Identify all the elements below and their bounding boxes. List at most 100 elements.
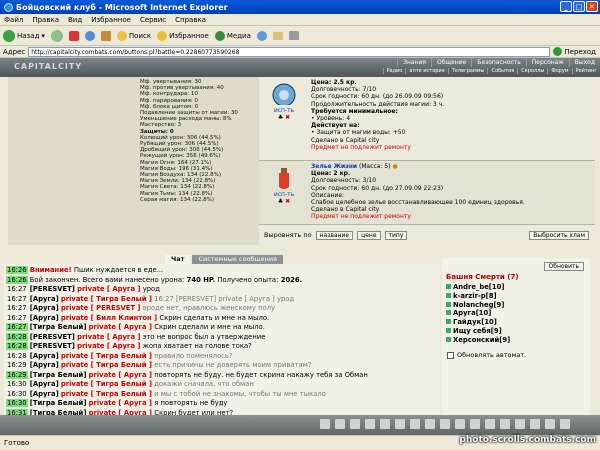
sender-nick[interactable]: [Аруга] bbox=[30, 390, 59, 398]
menu-item[interactable]: Вид bbox=[68, 16, 82, 24]
action-icon[interactable] bbox=[515, 419, 525, 429]
message-time[interactable]: 16:26 bbox=[6, 266, 28, 274]
sort-by-price-button[interactable]: цене bbox=[357, 230, 381, 240]
game-subnav-link[interactable]: Рейтинг bbox=[571, 68, 600, 74]
player-entry[interactable]: Аруга[10] bbox=[446, 309, 510, 318]
player-entry[interactable]: Ищу себя[9] bbox=[446, 327, 510, 336]
print-button[interactable] bbox=[288, 31, 299, 40]
message-time[interactable]: 16:27 bbox=[6, 323, 28, 331]
action-icon[interactable] bbox=[395, 419, 405, 429]
action-icon[interactable] bbox=[500, 419, 510, 429]
game-subnav-link[interactable]: Телеграммы bbox=[447, 68, 488, 74]
sender-nick[interactable]: [Тигра Белый] bbox=[30, 323, 87, 331]
message-time[interactable]: 16:27 bbox=[6, 304, 28, 312]
menu-item[interactable]: Избранное bbox=[91, 16, 131, 24]
private-recipient[interactable]: private [ Тигра Белый ] bbox=[61, 352, 152, 360]
action-icon[interactable] bbox=[470, 419, 480, 429]
use-link[interactable]: исп-ть bbox=[274, 107, 294, 114]
forward-button[interactable] bbox=[50, 29, 63, 42]
drop-icon[interactable]: ✖ bbox=[285, 198, 290, 205]
info-icon[interactable]: ● bbox=[392, 163, 397, 170]
action-icon[interactable] bbox=[440, 419, 450, 429]
history-button[interactable] bbox=[256, 30, 267, 41]
sender-nick[interactable]: [Аруга] bbox=[30, 295, 59, 303]
private-recipient[interactable]: private [ Тигра Белый ] bbox=[61, 390, 152, 398]
sender-nick[interactable]: [Тигра Белый] bbox=[30, 399, 87, 407]
player-name[interactable]: k-arzir-p[8] bbox=[453, 292, 497, 300]
sort-by-type-button[interactable]: типу bbox=[384, 230, 408, 240]
player-name[interactable]: Гайдук[10] bbox=[453, 318, 497, 326]
message-time[interactable]: 16:27 bbox=[6, 285, 28, 293]
maximize-button[interactable]: □ bbox=[573, 1, 585, 12]
sender-nick[interactable]: [Аруга] bbox=[30, 304, 59, 312]
favorites-button[interactable]: Избранное bbox=[157, 30, 209, 41]
action-icon[interactable] bbox=[335, 419, 345, 429]
message-time[interactable]: 16:28 bbox=[6, 332, 28, 341]
player-entry[interactable]: k-arzir-p[8] bbox=[446, 292, 510, 301]
message-time[interactable]: 16:28 bbox=[6, 342, 28, 350]
action-icon[interactable] bbox=[350, 419, 360, 429]
player-name[interactable]: Nolancheg[9] bbox=[453, 301, 504, 309]
private-recipient[interactable]: private [ Билл Клинтон ] bbox=[61, 314, 157, 322]
sender-nick[interactable]: [PERESVET] bbox=[30, 285, 75, 293]
menu-item[interactable]: Справка bbox=[175, 16, 206, 24]
menu-item[interactable]: Файл bbox=[4, 16, 23, 24]
sender-nick[interactable]: [Тигра Белый] bbox=[30, 371, 87, 379]
back-button[interactable]: Назад ▾ bbox=[3, 29, 45, 42]
item-name[interactable]: Зелье Жизни bbox=[311, 163, 357, 170]
player-name[interactable]: Andre_be[10] bbox=[453, 283, 504, 291]
message-time[interactable]: 16:30 bbox=[6, 390, 28, 398]
message-time[interactable]: 16:27 bbox=[6, 295, 28, 303]
menu-item[interactable]: Сервис bbox=[140, 16, 166, 24]
private-recipient[interactable]: private [ PERESVET ] bbox=[61, 304, 141, 312]
message-time[interactable]: 16:30 bbox=[6, 399, 28, 407]
game-nav-link[interactable]: Выход bbox=[568, 58, 600, 67]
player-name[interactable]: Аруга[10] bbox=[453, 309, 491, 317]
message-time[interactable]: 16:30 bbox=[6, 380, 28, 388]
action-icon[interactable] bbox=[485, 419, 495, 429]
action-icon[interactable] bbox=[455, 419, 465, 429]
close-button[interactable]: ✕ bbox=[586, 1, 598, 12]
game-subnav-link[interactable]: Скроллы bbox=[517, 68, 547, 74]
game-subnav-link[interactable]: Форум bbox=[547, 68, 571, 74]
action-icon[interactable] bbox=[545, 419, 555, 429]
refresh-button[interactable] bbox=[84, 30, 95, 41]
private-recipient[interactable]: private [ Аруга ] bbox=[89, 399, 152, 407]
action-icon[interactable] bbox=[410, 419, 420, 429]
tab-system-messages[interactable]: Системные сообщения bbox=[192, 255, 283, 264]
game-nav-link[interactable]: Безопасность bbox=[471, 58, 526, 67]
private-recipient[interactable]: private [ Аруга ] bbox=[77, 333, 140, 341]
search-button[interactable]: Поиск bbox=[116, 30, 151, 41]
player-entry[interactable]: Nolancheg[9] bbox=[446, 301, 510, 310]
game-nav-link[interactable]: Персонаж bbox=[525, 58, 569, 67]
action-icon[interactable] bbox=[560, 419, 570, 429]
message-time[interactable]: 16:29 bbox=[6, 361, 28, 369]
private-recipient[interactable]: private [ Аруга ] bbox=[89, 323, 152, 331]
mail-button[interactable] bbox=[272, 31, 283, 40]
auto-refresh-checkbox[interactable] bbox=[447, 351, 454, 359]
wear-icon[interactable]: ♣ bbox=[278, 114, 283, 121]
player-entry[interactable]: Херсонский[9] bbox=[446, 336, 510, 345]
action-icon[interactable] bbox=[380, 419, 390, 429]
player-name[interactable]: Ищу себя[9] bbox=[453, 327, 502, 335]
sort-by-name-button[interactable]: название bbox=[315, 230, 354, 240]
sender-nick[interactable]: [PERESVET] bbox=[30, 333, 75, 341]
wear-icon[interactable]: ♣ bbox=[278, 198, 283, 205]
game-nav-link[interactable]: Знания bbox=[397, 58, 431, 67]
player-name[interactable]: Херсонский[9] bbox=[453, 336, 510, 344]
auto-refresh-option[interactable]: Обновлять автомат. bbox=[447, 351, 526, 359]
sender-nick[interactable]: [Аруга] bbox=[30, 380, 59, 388]
message-time[interactable]: 16:27 bbox=[6, 314, 28, 322]
action-icon[interactable] bbox=[365, 419, 375, 429]
player-entry[interactable]: Гайдук[10] bbox=[446, 318, 510, 327]
private-recipient[interactable]: private [ Аруга ] bbox=[77, 285, 140, 293]
menu-item[interactable]: Правка bbox=[32, 16, 59, 24]
private-recipient[interactable]: private [ Аруга ] bbox=[77, 342, 140, 350]
stop-button[interactable] bbox=[68, 30, 79, 41]
go-button[interactable]: Переход bbox=[553, 47, 596, 56]
message-time[interactable]: 16:26 bbox=[6, 275, 28, 284]
private-recipient[interactable]: private [ Тигра Белый ] bbox=[61, 380, 152, 388]
minimize-button[interactable]: _ bbox=[560, 1, 572, 12]
tab-chat[interactable]: Чат bbox=[165, 255, 191, 264]
media-button[interactable]: Медиа bbox=[214, 30, 251, 41]
